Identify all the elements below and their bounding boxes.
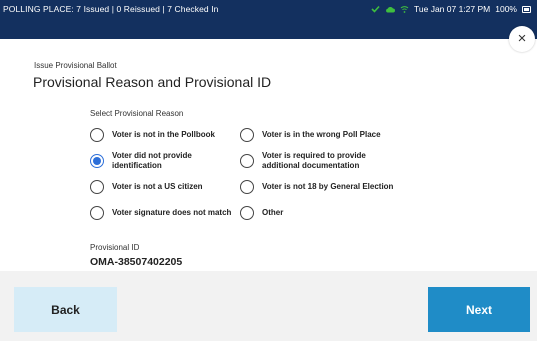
close-button[interactable]: × — [509, 26, 535, 52]
reason-option-no-identification[interactable]: Voter did not provide identification — [90, 151, 192, 171]
status-indicators: Tue Jan 07 1:27 PM 100% — [371, 4, 531, 14]
radio-button[interactable] — [90, 206, 104, 220]
polling-place-summary: POLLING PLACE: 7 Issued | 0 Reissued | 7… — [3, 4, 219, 14]
page-title: Provisional Reason and Provisional ID — [33, 74, 272, 90]
battery-level: 100% — [495, 4, 517, 14]
radio-button[interactable] — [90, 180, 104, 194]
option-label-line2: identification — [112, 161, 162, 170]
cloud-icon — [385, 6, 396, 13]
provisional-id-label: Provisional ID — [90, 243, 140, 252]
radio-button-selected[interactable] — [90, 154, 104, 168]
option-label: Voter is required to provide — [262, 151, 366, 160]
radio-button[interactable] — [240, 206, 254, 220]
option-label: Voter is not a US citizen — [112, 182, 203, 191]
back-button-label: Back — [51, 302, 80, 317]
option-label: Voter signature does not match — [112, 208, 232, 217]
option-label: Voter is not 18 by General Election — [262, 182, 394, 191]
provisional-id-value: OMA-38507402205 — [90, 256, 183, 268]
wifi-icon — [400, 5, 409, 14]
option-label: Voter did not provide — [112, 151, 192, 160]
radio-button[interactable] — [240, 128, 254, 142]
option-label: Voter is in the wrong Poll Place — [262, 130, 381, 139]
radio-button[interactable] — [240, 180, 254, 194]
reason-option-additional-documentation[interactable]: Voter is required to provide additional … — [240, 151, 366, 171]
next-button[interactable]: Next — [428, 287, 530, 332]
next-button-label: Next — [465, 302, 492, 317]
reason-option-not-in-pollbook[interactable]: Voter is not in the Pollbook — [90, 128, 215, 142]
option-label-line2: additional documentation — [262, 161, 360, 170]
radio-button[interactable] — [240, 154, 254, 168]
datetime: Tue Jan 07 1:27 PM — [414, 4, 491, 14]
reason-option-not-us-citizen[interactable]: Voter is not a US citizen — [90, 180, 203, 194]
close-icon: × — [517, 30, 527, 47]
provisional-reason-label: Select Provisional Reason — [90, 109, 184, 118]
reason-option-not-18[interactable]: Voter is not 18 by General Election — [240, 180, 393, 194]
battery-icon — [522, 5, 531, 13]
reason-option-wrong-poll-place[interactable]: Voter is in the wrong Poll Place — [240, 128, 381, 142]
reason-option-other[interactable]: Other — [240, 206, 283, 220]
page-subheading: Issue Provisional Ballot — [34, 61, 117, 70]
option-label: Other — [262, 208, 284, 217]
back-button[interactable]: Back — [14, 287, 117, 332]
check-icon — [371, 5, 380, 13]
radio-button[interactable] — [90, 128, 104, 142]
reason-option-signature-mismatch[interactable]: Voter signature does not match — [90, 206, 231, 220]
status-bar: POLLING PLACE: 7 Issued | 0 Reissued | 7… — [0, 0, 537, 39]
option-label: Voter is not in the Pollbook — [112, 130, 215, 139]
